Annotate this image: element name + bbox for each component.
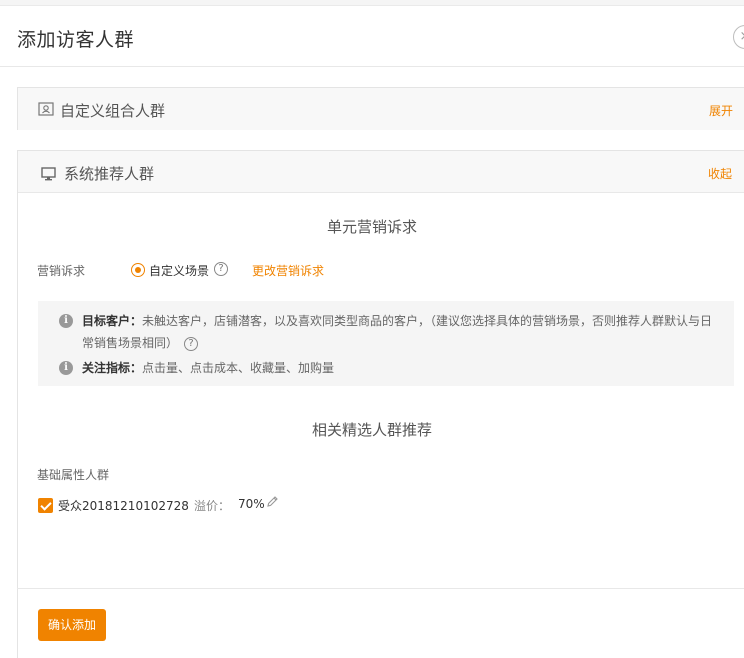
help-icon[interactable]: ? [184, 336, 199, 351]
custom-group-title: 自定义组合人群 [60, 102, 166, 120]
custom-scene-label[interactable]: 自定义场景 [149, 262, 209, 279]
audience-name: 受众20181210102728 [58, 499, 189, 513]
recommend-section-title: 相关精选人群推荐 [311, 421, 432, 439]
basic-attribute-label: 基础属性人群 [37, 468, 110, 482]
help-icon[interactable]: ? [214, 262, 228, 276]
collapse-toggle[interactable]: 收起 [708, 165, 732, 182]
close-icon: × [740, 29, 744, 44]
dialog-title: 添加访客人群 [17, 29, 135, 51]
footer-divider [17, 588, 744, 589]
focus-metrics-text: 关注指标：点击量、点击成本、收藏量、加购量 [82, 361, 335, 375]
marketing-info-box: i 目标客户：未触达客户，店铺潜客，以及喜欢同类型商品的客户，（建议您选择具体的… [38, 301, 734, 386]
system-recommend-title: 系统推荐人群 [64, 165, 155, 183]
premium-label: 溢价： [194, 499, 231, 513]
marketing-label: 营销诉求 [37, 264, 86, 278]
info-icon: i [59, 314, 73, 328]
pencil-edit-icon[interactable] [266, 495, 279, 512]
expand-toggle[interactable]: 展开 [709, 102, 733, 119]
custom-scene-radio[interactable] [131, 263, 145, 277]
custom-group-panel: 自定义组合人群 展开 [17, 87, 744, 130]
close-button[interactable]: × [733, 25, 744, 49]
custom-group-panel-header[interactable]: 自定义组合人群 展开 [18, 88, 744, 130]
custom-group-icon [38, 101, 54, 121]
target-customer-text: 目标客户：未触达客户，店铺潜客，以及喜欢同类型商品的客户，（建议您选择具体的营销… [82, 314, 713, 351]
info-icon: i [59, 361, 73, 375]
confirm-add-button[interactable]: 确认添加 [38, 609, 106, 641]
audience-checkbox[interactable] [38, 498, 53, 513]
system-recommend-panel-header[interactable]: 系统推荐人群 收起 [18, 151, 744, 193]
dialog-header: 添加访客人群 × [0, 6, 744, 67]
premium-value: 70% [238, 497, 265, 511]
change-marketing-link[interactable]: 更改营销诉求 [252, 262, 324, 279]
marketing-section-title: 单元营销诉求 [326, 218, 417, 236]
monitor-icon [41, 166, 56, 185]
